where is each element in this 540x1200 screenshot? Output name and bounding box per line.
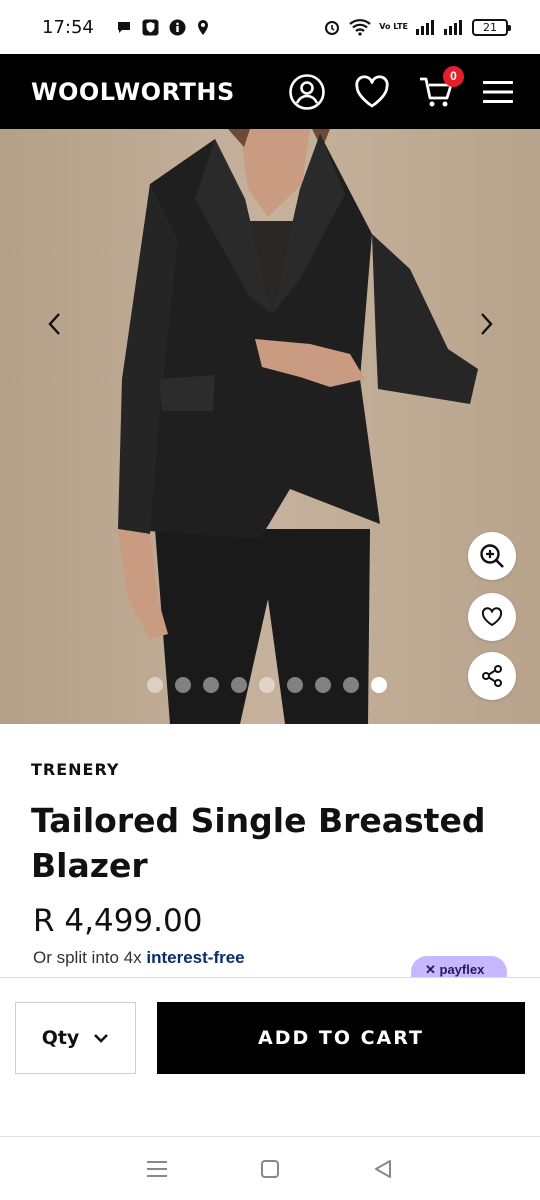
zoom-in-icon[interactable] (468, 532, 516, 580)
next-image-chevron-icon[interactable] (471, 309, 501, 339)
woolworths-logo[interactable]: WOOLWORTHS (31, 78, 235, 106)
interest-free-link[interactable]: interest-free (146, 948, 244, 967)
qty-label: Qty (41, 1027, 80, 1049)
site-header: WOOLWORTHS 0 (0, 54, 540, 129)
payflex-logo-icon: ✕ (425, 962, 440, 977)
previous-image-chevron-icon[interactable] (40, 309, 70, 339)
location-icon (196, 19, 210, 36)
payflex-badge[interactable]: ✕ payflex (411, 956, 507, 978)
volte-icon: Vo LTE (379, 22, 408, 31)
header-actions: 0 (288, 65, 514, 111)
chat-bubble-icon (116, 19, 132, 35)
gallery-dot[interactable] (371, 677, 387, 693)
product-price: R 4,499.00 (33, 903, 203, 939)
shield-app-icon (142, 19, 159, 36)
home-icon[interactable] (250, 1149, 290, 1189)
status-bar: 17:54 Vo LTE 21 (0, 0, 540, 54)
signal-icon (444, 19, 464, 35)
gallery-dot[interactable] (231, 677, 247, 693)
product-image (0, 129, 540, 724)
gallery-dot[interactable] (287, 677, 303, 693)
gallery-dot[interactable] (147, 677, 163, 693)
purchase-action-bar: Qty ADD TO CART (0, 977, 540, 1137)
gallery-pagination (147, 677, 387, 693)
add-to-cart-button[interactable]: ADD TO CART (157, 1002, 525, 1074)
battery-icon: 21 (472, 18, 511, 36)
product-brand[interactable]: TRENERY (31, 760, 120, 779)
recent-apps-icon[interactable] (137, 1149, 177, 1189)
battery-level: 21 (483, 20, 497, 34)
cart-icon[interactable]: 0 (418, 65, 464, 110)
account-icon[interactable] (288, 73, 326, 111)
product-title: Tailored Single Breasted Blazer (31, 801, 486, 885)
signal-icon (416, 19, 436, 35)
cart-count-badge: 0 (443, 65, 464, 87)
gallery-dot[interactable] (175, 677, 191, 693)
back-icon[interactable] (363, 1149, 403, 1189)
chevron-down-icon (94, 1034, 109, 1043)
status-time: 17:54 (42, 16, 94, 38)
quantity-dropdown[interactable]: Qty (15, 1002, 136, 1074)
menu-icon[interactable] (482, 79, 514, 105)
info-app-icon (169, 19, 186, 36)
payflex-label: payflex (439, 962, 485, 977)
share-icon[interactable] (468, 652, 516, 700)
gallery-dot[interactable] (343, 677, 359, 693)
gallery-dot[interactable] (315, 677, 331, 693)
wifi-icon (349, 18, 371, 36)
system-navigation-bar (0, 1136, 540, 1200)
alarm-icon (323, 18, 341, 36)
status-system-icons: Vo LTE 21 (323, 18, 511, 36)
gallery-dot[interactable] (259, 677, 275, 693)
wishlist-heart-icon[interactable] (354, 74, 390, 109)
status-notification-icons (116, 19, 210, 36)
split-prefix: Or split into 4x (33, 948, 147, 967)
payment-split-text: Or split into 4x interest-free (33, 948, 245, 968)
gallery-dot[interactable] (203, 677, 219, 693)
product-image-gallery[interactable] (0, 129, 540, 724)
heart-icon[interactable] (468, 593, 516, 641)
